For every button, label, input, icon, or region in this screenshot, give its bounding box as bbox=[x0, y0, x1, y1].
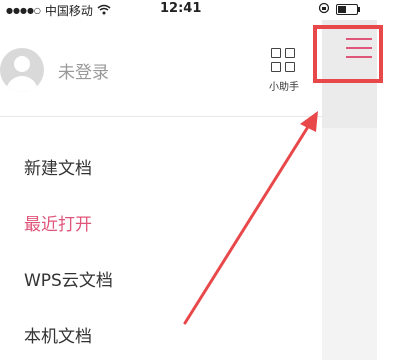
assistant-button[interactable]: 小助手 bbox=[262, 48, 306, 93]
hamburger-icon[interactable] bbox=[346, 38, 372, 58]
login-status[interactable]: 未登录 bbox=[58, 58, 109, 83]
side-drawer: 未登录 小助手 新建文档 最近打开 WPS云文档 本机文档 bbox=[0, 20, 322, 360]
carrier-label: 中国移动 bbox=[44, 4, 93, 18]
menu-item-new-document[interactable]: 新建文档 bbox=[24, 154, 92, 179]
grid-icon bbox=[271, 48, 297, 74]
menu-item-wps-cloud[interactable]: WPS云文档 bbox=[24, 266, 113, 291]
status-left: ●●●●○ 中国移动 bbox=[6, 2, 111, 19]
user-avatar-icon[interactable] bbox=[0, 48, 44, 92]
menu-item-recent[interactable]: 最近打开 bbox=[24, 210, 92, 235]
orientation-lock-icon bbox=[318, 2, 330, 17]
signal-icon: ●●●●○ bbox=[6, 6, 41, 15]
wifi-icon bbox=[97, 4, 111, 18]
status-time: 12:41 bbox=[160, 1, 202, 16]
menu-item-local-documents[interactable]: 本机文档 bbox=[24, 322, 92, 347]
assistant-label: 小助手 bbox=[269, 82, 299, 93]
status-bar: ●●●●○ 中国移动 12:41 bbox=[0, 0, 413, 20]
battery-icon bbox=[336, 4, 360, 15]
status-right bbox=[318, 2, 360, 17]
drawer-header: 未登录 小助手 bbox=[0, 20, 322, 116]
header-divider bbox=[0, 116, 322, 117]
